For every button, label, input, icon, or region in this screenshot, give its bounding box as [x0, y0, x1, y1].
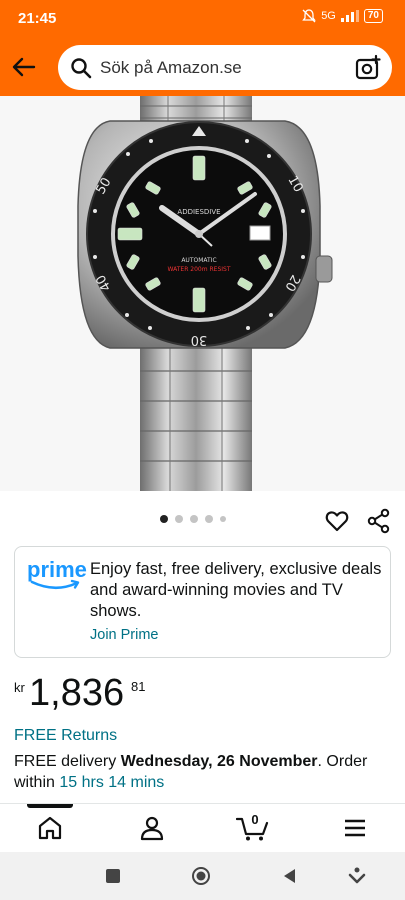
image-carousel-dots[interactable] — [160, 515, 226, 523]
camera-search-icon[interactable] — [354, 54, 382, 82]
signal-icon — [340, 10, 359, 22]
carousel-dot[interactable] — [205, 515, 213, 523]
free-returns-link[interactable]: FREE Returns — [14, 727, 117, 745]
price-fraction: 81 — [131, 679, 146, 694]
cart-count: 0 — [251, 812, 259, 827]
delivery-info: FREE delivery Wednesday, 26 November. Or… — [14, 751, 394, 793]
price-whole: 1,836 — [29, 672, 125, 714]
status-bar: 21:45 5G 70 — [0, 0, 405, 38]
account-icon[interactable] — [138, 814, 166, 842]
header — [0, 38, 405, 96]
carousel-dot[interactable] — [190, 515, 198, 523]
active-tab-indicator — [27, 804, 73, 808]
delivery-date: Wednesday, 26 November — [120, 753, 318, 770]
prime-message: Enjoy fast, free delivery, exclusive dea… — [90, 560, 382, 620]
bottom-navigation: 0 — [0, 803, 405, 851]
cart-button[interactable]: 0 — [235, 812, 270, 842]
join-prime-link[interactable]: Join Prime — [90, 627, 159, 643]
watch-image: 10 20 30 40 50 ADDIESDIVE AUTOMATIC WATE… — [77, 96, 333, 491]
product-image[interactable]: 10 20 30 40 50 ADDIESDIVE AUTOMATIC WATE… — [0, 96, 405, 491]
dial-water-resist-text: WATER 200m RESIST — [168, 266, 231, 273]
dial-movement-text: AUTOMATIC — [181, 257, 216, 264]
prime-promo-card[interactable]: prime Enjoy fast, free delivery, exclusi… — [14, 546, 391, 658]
menu-icon[interactable] — [341, 814, 369, 842]
status-icons: 5G 70 — [302, 9, 383, 23]
bezel-label-30: 30 — [191, 332, 208, 347]
system-navigation-bar — [0, 852, 405, 900]
home-icon[interactable] — [36, 814, 64, 842]
battery-icon: 70 — [363, 9, 383, 23]
search-icon — [71, 58, 92, 79]
mute-icon — [302, 9, 316, 23]
back-arrow-icon[interactable] — [10, 53, 38, 81]
assistant-down-icon[interactable] — [347, 866, 367, 886]
recents-square-icon[interactable] — [103, 866, 123, 886]
network-label: 5G — [321, 10, 336, 22]
delivery-countdown: 15 hrs 14 mins — [59, 774, 165, 791]
carousel-dot[interactable] — [175, 515, 183, 523]
share-icon[interactable] — [366, 508, 392, 534]
delivery-prefix: FREE delivery — [14, 753, 117, 770]
carousel-dot[interactable] — [220, 516, 226, 522]
search-input[interactable] — [100, 56, 340, 80]
search-bar[interactable] — [58, 45, 392, 90]
dial-brand-text: ADDIESDIVE — [177, 208, 220, 216]
prime-logo: prime — [27, 557, 87, 591]
price-currency: kr — [14, 680, 25, 695]
home-circle-icon[interactable] — [191, 866, 211, 886]
status-time: 21:45 — [18, 10, 57, 27]
heart-icon[interactable] — [324, 508, 350, 534]
prime-smile-icon — [30, 579, 80, 590]
back-triangle-icon[interactable] — [280, 866, 300, 886]
carousel-dot-active[interactable] — [160, 515, 168, 523]
